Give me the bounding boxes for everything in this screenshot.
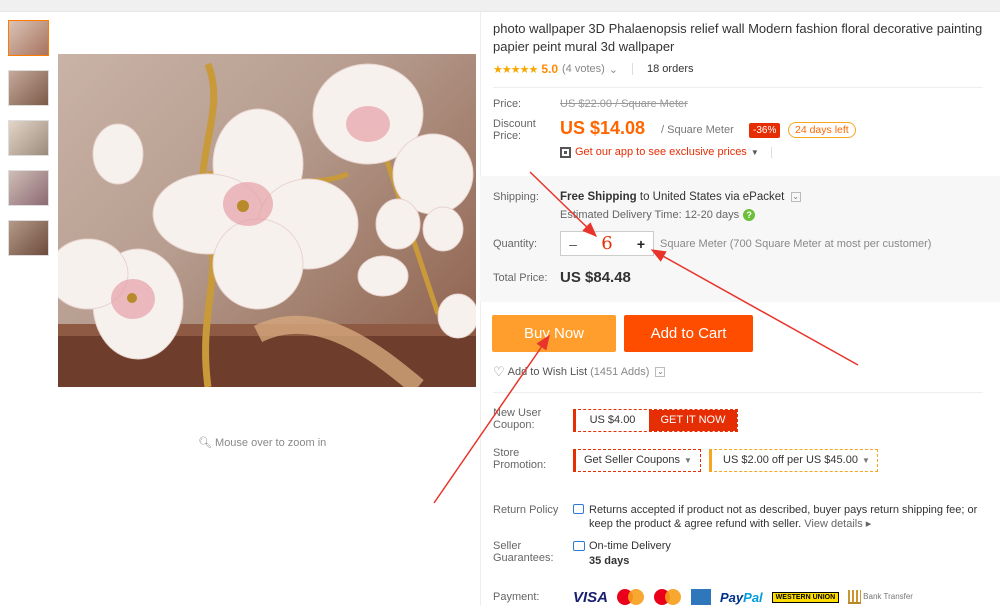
top-bar: [0, 0, 1000, 12]
thumbnail-1[interactable]: [8, 20, 49, 56]
help-icon[interactable]: ?: [743, 209, 756, 221]
visa-icon: VISA: [573, 588, 609, 606]
return-policy-body: Returns accepted if product not as descr…: [589, 504, 978, 530]
store-promo-dropdown[interactable]: US $2.00 off per US $45.00 ▼: [709, 449, 878, 472]
mastercard-icon: [654, 588, 682, 606]
price-unit: / Square Meter: [661, 124, 734, 136]
main-product-image[interactable]: [58, 54, 476, 387]
maestro-icon: [617, 588, 645, 606]
quantity-note: Square Meter (700 Square Meter at most p…: [660, 238, 932, 250]
quantity-increase-button[interactable]: +: [629, 236, 653, 252]
total-price: US $84.48: [560, 269, 631, 286]
return-policy-icon: [573, 504, 584, 514]
quantity-label: Quantity:: [493, 238, 538, 250]
thumbnail-2[interactable]: [8, 70, 49, 106]
view-details-link[interactable]: View details ▸: [804, 518, 871, 530]
bank-transfer-text: Bank Transfer: [863, 592, 913, 601]
chevron-down-icon[interactable]: ⌄: [609, 63, 618, 76]
bank-transfer-icon: Bank Transfer: [848, 590, 913, 604]
thumbnail-3[interactable]: [8, 120, 49, 156]
zoom-hint-text: Mouse over to zoom in: [215, 437, 327, 449]
on-time-delivery: On-time Delivery: [589, 540, 671, 552]
heart-icon: ♡: [493, 364, 505, 379]
thumbnail-image: [9, 121, 48, 155]
wish-list-text: Add to Wish List: [507, 366, 588, 378]
wish-list-link[interactable]: ♡ Add to Wish List (1451 Adds) ⌄: [493, 364, 666, 380]
store-promotion-label: Store Promotion:: [493, 447, 547, 471]
add-to-cart-button[interactable]: Add to Cart: [624, 315, 753, 352]
shipping-label: Shipping:: [493, 191, 539, 203]
discount-price-label: Discount Price:: [493, 118, 536, 142]
rating-row: ★★★★★ 5.0 (4 votes) ⌄ 18 orders: [493, 62, 694, 76]
zoom-hint: 🔍︎ Mouse over to zoom in: [198, 436, 326, 449]
get-it-now-button[interactable]: GET IT NOW: [649, 410, 737, 431]
column-divider: [480, 12, 481, 606]
original-price: US $22.00 / Square Meter: [560, 98, 688, 110]
new-user-coupon-label: New User Coupon:: [493, 407, 542, 431]
caret-down-icon: ▼: [684, 456, 692, 465]
separator: [770, 146, 772, 158]
discount-price: US $14.08: [560, 118, 646, 138]
caret-down-icon: ▼: [861, 456, 870, 465]
thumbnail-image: [9, 71, 48, 105]
seller-guarantees-label: Seller Guarantees:: [493, 540, 554, 564]
western-union-icon: WESTERN UNION: [771, 591, 840, 603]
delivery-days: 35 days: [589, 555, 630, 567]
seller-coupons-text: Get Seller Coupons: [584, 454, 680, 466]
buy-now-button[interactable]: Buy Now: [492, 315, 616, 352]
coupon-amount: US $4.00: [589, 414, 636, 426]
new-user-coupon: US $4.00 GET IT NOW: [573, 409, 738, 432]
chevron-down-icon[interactable]: ⌄: [655, 367, 666, 377]
total-price-label: Total Price:: [493, 272, 548, 284]
return-policy-label: Return Policy: [493, 504, 559, 516]
days-left-badge: 24 days left: [788, 122, 856, 138]
promo-deal-text: US $2.00 off per US $45.00: [723, 454, 858, 466]
orders-count: 18 orders: [647, 63, 694, 75]
thumbnail-image: [9, 221, 48, 255]
estimated-delivery-text: Estimated Delivery Time: 12-20 days: [560, 209, 740, 221]
payment-methods: VISA PayPal WESTERN UNION Bank Transfer: [573, 587, 913, 606]
discount-badge: -36%: [749, 123, 781, 138]
bank-icon: [848, 590, 862, 604]
free-shipping-text: Free Shipping: [560, 191, 637, 203]
quantity-input[interactable]: 6: [585, 233, 629, 254]
wish-count: (1451 Adds): [590, 366, 650, 378]
price-label: Price:: [493, 98, 522, 110]
quantity-stepper: – 6 +: [560, 231, 654, 256]
divider-line: [493, 87, 983, 88]
paypal-text-1: Pay: [720, 589, 744, 605]
shipping-destination: to United States via ePacket: [639, 191, 785, 203]
thumbnail-image: [9, 171, 48, 205]
app-promo-text: Get our app to see exclusive prices: [575, 146, 747, 158]
qr-code-icon: [560, 146, 571, 158]
rating-score: 5.0: [541, 62, 558, 76]
thumbnail-5[interactable]: [8, 220, 49, 256]
star-rating-icon: ★★★★★: [493, 63, 538, 76]
caret-down-icon: ▼: [750, 147, 759, 157]
amex-icon: [691, 589, 712, 605]
estimated-delivery: Estimated Delivery Time: 12-20 days ?: [560, 209, 756, 221]
app-promo-link[interactable]: Get our app to see exclusive prices ▼: [560, 146, 772, 158]
shipping-dropdown-icon[interactable]: ⌄: [790, 191, 801, 202]
thumbnail-4[interactable]: [8, 170, 49, 206]
paypal-text-2: Pal: [743, 589, 763, 605]
votes-link[interactable]: (4 votes): [562, 63, 605, 75]
product-title: photo wallpaper 3D Phalaenopsis relief w…: [493, 21, 983, 54]
seller-coupons-dropdown[interactable]: Get Seller Coupons ▼: [573, 449, 701, 472]
orchid-mural-picture: [58, 62, 476, 387]
return-policy-text: Returns accepted if product not as descr…: [589, 503, 979, 531]
divider-line: [493, 392, 983, 393]
thumbnail-image: [9, 21, 48, 55]
paypal-icon: PayPal: [720, 590, 763, 605]
magnifier-icon: 🔍︎: [198, 437, 212, 449]
payment-label: Payment:: [493, 591, 540, 603]
delivery-truck-icon: [573, 541, 585, 551]
quantity-decrease-button[interactable]: –: [561, 236, 585, 252]
thumbnail-strip: [8, 20, 50, 270]
shipping-info[interactable]: Free Shipping to United States via ePack…: [560, 191, 801, 203]
separator: [632, 63, 634, 75]
